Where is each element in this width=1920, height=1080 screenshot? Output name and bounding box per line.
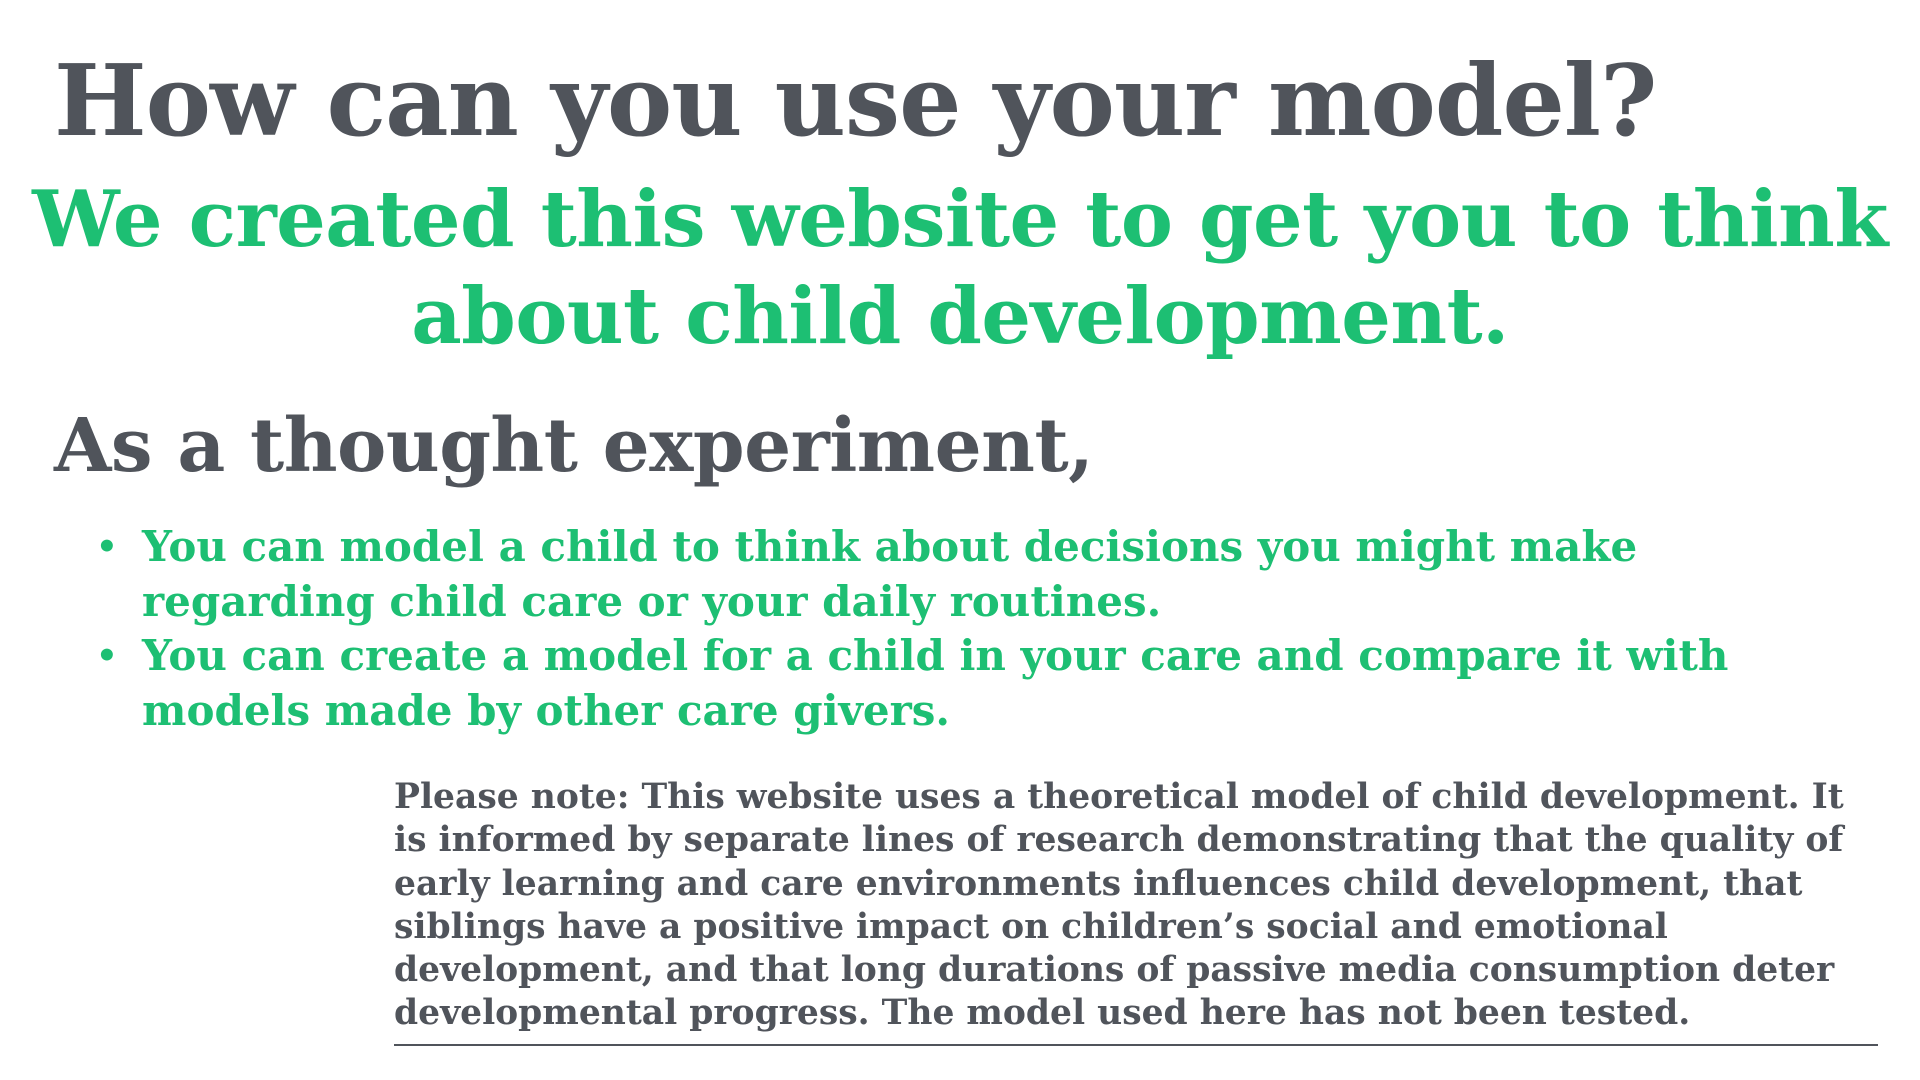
bullet-item: • You can create a model for a child in …	[96, 629, 1856, 738]
disclaimer-note: Please note: This website uses a theoret…	[394, 776, 1878, 1046]
section-heading: As a thought experiment,	[54, 403, 1094, 489]
bullet-icon: •	[96, 527, 118, 567]
slide: How can you use your model? We created t…	[0, 0, 1920, 1080]
subtitle: We created this website to get you to th…	[32, 174, 1888, 362]
page-title: How can you use your model?	[54, 44, 1657, 159]
bullet-text: You can model a child to think about dec…	[142, 522, 1638, 626]
bullet-list: • You can model a child to think about d…	[96, 520, 1856, 738]
bullet-icon: •	[96, 636, 118, 677]
bullet-item: • You can model a child to think about d…	[96, 520, 1856, 629]
bullet-text: You can create a model for a child in yo…	[142, 631, 1729, 735]
